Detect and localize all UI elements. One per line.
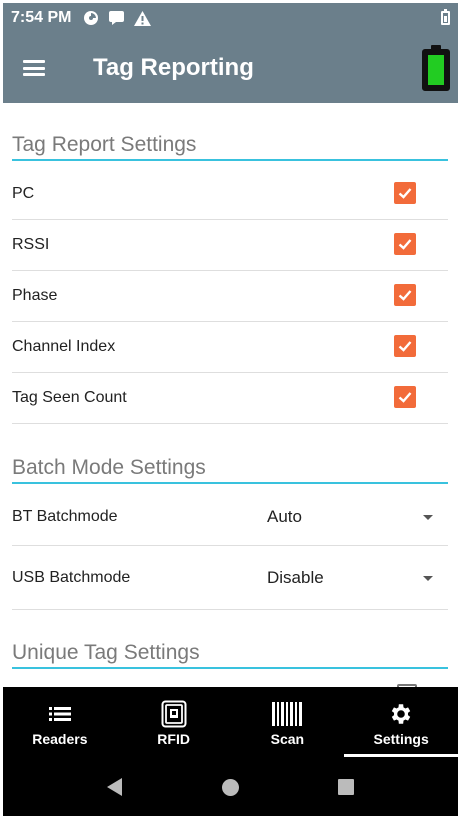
home-icon[interactable] xyxy=(222,779,239,796)
dropdown-arrow-icon xyxy=(423,576,433,581)
status-bar: 7:54 PM xyxy=(3,3,458,33)
sync-icon xyxy=(83,10,99,26)
dropdown-arrow-icon xyxy=(423,514,433,520)
hamburger-menu-icon[interactable] xyxy=(3,33,65,103)
back-icon[interactable] xyxy=(107,778,122,796)
bt-batchmode-dropdown[interactable]: Auto xyxy=(255,488,437,545)
nav-item-scan[interactable]: Scan xyxy=(231,687,345,757)
phase-checkbox[interactable] xyxy=(394,284,416,306)
warning-icon xyxy=(134,10,152,26)
nav-label: Scan xyxy=(270,731,305,747)
checkmark-icon xyxy=(398,290,412,301)
checkmark-icon xyxy=(398,341,412,352)
setting-label: Phase xyxy=(12,287,58,304)
message-icon xyxy=(109,11,125,25)
status-time: 7:54 PM xyxy=(11,9,72,26)
setting-label: PC xyxy=(12,185,35,202)
setting-label: Channel Index xyxy=(12,338,116,355)
checkmark-icon xyxy=(398,188,412,199)
pc-checkbox[interactable] xyxy=(394,182,416,204)
bottom-navigation: Readers RFID Scan Settings xyxy=(3,687,458,757)
usb-batchmode-dropdown[interactable]: Disable xyxy=(255,547,437,609)
app-bar: Tag Reporting xyxy=(3,33,458,103)
nav-item-rfid[interactable]: RFID xyxy=(117,687,231,757)
setting-row-channel-index[interactable]: Channel Index xyxy=(12,322,448,373)
section-header-tag-report: Tag Report Settings xyxy=(12,133,448,161)
setting-label: RSSI xyxy=(12,236,50,253)
setting-label: Tag Seen Count xyxy=(12,389,127,406)
barcode-icon xyxy=(272,701,303,727)
tag-seen-count-checkbox[interactable] xyxy=(394,386,416,408)
setting-label: BT Batchmode xyxy=(12,507,118,525)
setting-row-pc[interactable]: PC xyxy=(12,169,448,220)
channel-index-checkbox[interactable] xyxy=(394,335,416,357)
setting-row-phase[interactable]: Phase xyxy=(12,271,448,322)
nav-item-settings[interactable]: Settings xyxy=(344,687,458,757)
app-window: 7:54 PM Tag Reporting Tag Report Setting… xyxy=(3,3,458,816)
checkmark-icon xyxy=(398,239,412,250)
rfid-tag-icon xyxy=(161,700,187,728)
gear-icon xyxy=(388,701,414,727)
reader-battery-icon xyxy=(422,45,450,91)
settings-content[interactable]: Tag Report Settings PC RSSI Phase Channe… xyxy=(3,103,458,687)
battery-icon xyxy=(441,9,450,25)
nav-label: Settings xyxy=(373,731,429,747)
setting-row-tag-seen-count[interactable]: Tag Seen Count xyxy=(12,373,448,424)
nav-label: RFID xyxy=(157,731,190,747)
section-header-unique-tag: Unique Tag Settings xyxy=(12,641,448,669)
dropdown-value: Disable xyxy=(267,568,324,587)
setting-row-usb-batchmode[interactable]: USB Batchmode Disable xyxy=(12,547,448,610)
setting-row-bt-batchmode[interactable]: BT Batchmode Auto xyxy=(12,488,448,546)
page-title: Tag Reporting xyxy=(93,54,254,81)
nav-item-readers[interactable]: Readers xyxy=(3,687,117,757)
nav-label: Readers xyxy=(32,731,88,747)
setting-row-rssi[interactable]: RSSI xyxy=(12,220,448,271)
recents-icon[interactable] xyxy=(338,779,354,795)
dropdown-value: Auto xyxy=(267,506,302,526)
list-icon xyxy=(48,701,71,727)
rssi-checkbox[interactable] xyxy=(394,233,416,255)
system-navigation-bar xyxy=(3,757,458,816)
section-header-batch-mode: Batch Mode Settings xyxy=(12,456,448,484)
setting-label: USB Batchmode xyxy=(12,569,131,586)
checkmark-icon xyxy=(398,392,412,403)
